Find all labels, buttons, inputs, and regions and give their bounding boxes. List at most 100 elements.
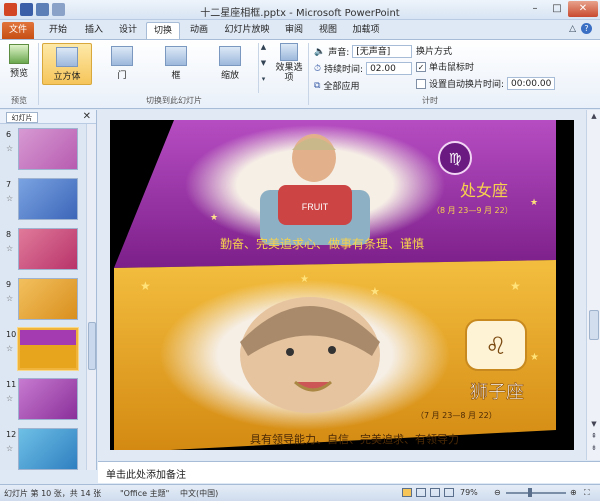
slide-thumbnail[interactable] — [18, 228, 78, 270]
window-controls: – □ ✕ — [524, 1, 598, 17]
slides-tab[interactable]: 幻灯片 — [6, 112, 38, 123]
slide-sorter-icon[interactable] — [416, 488, 426, 497]
tab-animations[interactable]: 动画 — [182, 22, 216, 39]
svg-text:★: ★ — [530, 198, 538, 208]
theme-name: "Office 主题" — [120, 489, 170, 498]
advance-title-label: 换片方式 — [416, 47, 453, 57]
duration-input[interactable]: 02.00 — [366, 62, 413, 75]
zoom-slider[interactable] — [506, 492, 566, 494]
close-pane-icon[interactable]: ✕ — [83, 111, 91, 122]
normal-view-icon[interactable] — [402, 488, 412, 497]
svg-text:★: ★ — [530, 352, 539, 363]
on-click-label: 单击鼠标时 — [429, 63, 475, 73]
transition-door-label: 门 — [117, 71, 127, 81]
zoom-transition-icon — [219, 46, 241, 66]
reading-view-icon[interactable] — [430, 488, 440, 497]
pane-tabs: 幻灯片 ✕ — [0, 110, 96, 124]
thumb-number: 9 — [6, 280, 12, 289]
prev-slide-icon[interactable]: ⇞ — [589, 432, 599, 442]
slide-thumbnail[interactable] — [18, 428, 78, 470]
top-sign-dates: （8 月 23—9 月 22） — [432, 206, 513, 215]
transition-cube-label: 立方体 — [53, 72, 81, 82]
tab-view[interactable]: 视图 — [312, 22, 344, 39]
tab-insert[interactable]: 插入 — [78, 22, 110, 39]
front-sign-motto: 具有领导能力、自信、完美追求、有领导力 — [250, 432, 459, 446]
zoom-out-icon[interactable]: ⊖ — [494, 488, 501, 497]
thumb-number: 12 — [6, 430, 17, 439]
apply-all-icon: ⧉ — [314, 80, 321, 91]
gallery-scroll[interactable]: ▲ ▼ ▾ — [258, 43, 268, 93]
transition-star-icon: ☆ — [6, 294, 14, 303]
slide-thumbnail[interactable] — [18, 278, 78, 320]
scroll-thumb[interactable] — [589, 310, 599, 340]
gallery-more-icon[interactable]: ▾ — [259, 75, 268, 91]
slides-scrollbar[interactable] — [86, 124, 96, 470]
maximize-button[interactable]: □ — [546, 1, 568, 17]
duration-label: 持续时间: — [324, 65, 364, 75]
transition-cube-button[interactable]: 立方体 — [42, 43, 92, 85]
canvas-scrollbar[interactable]: ▲ ▼ ⇞ ⇟ — [586, 110, 600, 460]
tab-transitions[interactable]: 切换 — [146, 22, 180, 39]
slide-thumbnail[interactable] — [18, 378, 78, 420]
preview-button[interactable]: 预览 — [4, 42, 34, 86]
scroll-up-icon[interactable]: ▲ — [589, 112, 599, 122]
tab-file[interactable]: 文件 — [2, 22, 34, 39]
help-icon[interactable]: ? — [581, 23, 592, 34]
scroll-down-icon[interactable]: ▼ — [589, 420, 599, 430]
next-slide-icon[interactable]: ⇟ — [589, 444, 599, 454]
slide-thumbnail-selected[interactable] — [18, 328, 78, 370]
slide-counter: 幻灯片 第 10 张，共 14 张 — [4, 489, 102, 498]
cube-transition-icon — [56, 47, 78, 67]
preview-icon — [9, 44, 29, 64]
tab-home[interactable]: 开始 — [40, 22, 76, 39]
transition-star-icon: ☆ — [6, 244, 14, 253]
after-label: 设置自动换片时间: — [429, 80, 505, 90]
ribbon-minimize-icon[interactable]: △ — [569, 24, 576, 34]
after-checkbox[interactable] — [416, 78, 426, 89]
slide-cube-transition[interactable]: ★ ★ ★ ★ ★ ★ ★ ★ FRUIT ♍ — [110, 120, 574, 450]
sound-icon: 🔈 — [314, 46, 326, 57]
close-button[interactable]: ✕ — [568, 1, 598, 17]
apply-all-button[interactable]: ⧉ 全部应用 — [314, 79, 359, 93]
sound-select[interactable]: [无声音] — [352, 45, 413, 58]
tab-review[interactable]: 审阅 — [278, 22, 310, 39]
shirt-text: FRUIT — [302, 202, 329, 212]
transition-box-button[interactable]: 框 — [152, 43, 200, 85]
thumb-number: 6 — [6, 130, 12, 139]
scroll-thumb[interactable] — [88, 322, 96, 370]
tab-slideshow[interactable]: 幻灯片放映 — [218, 22, 276, 39]
slideshow-icon[interactable] — [444, 488, 454, 497]
gallery-down-icon[interactable]: ▼ — [259, 59, 268, 75]
transition-star-icon: ☆ — [6, 344, 14, 353]
zoom-level[interactable]: 79% — [460, 488, 478, 497]
effect-options-button[interactable]: 效果选项 — [272, 42, 306, 88]
svg-text:♍: ♍ — [449, 151, 462, 167]
zoom-in-icon[interactable]: ⊕ — [570, 488, 577, 497]
transition-zoom-button[interactable]: 缩放 — [206, 43, 254, 85]
slides-tab-label: 幻灯片 — [11, 114, 33, 122]
transition-door-button[interactable]: 门 — [98, 43, 146, 85]
zoom-slider-knob[interactable] — [528, 488, 532, 497]
tab-design[interactable]: 设计 — [112, 22, 144, 39]
tab-addins[interactable]: 加载项 — [346, 22, 386, 39]
on-click-row: ✓ 单击鼠标时 — [416, 60, 474, 73]
after-input[interactable]: 00:00.00 — [507, 77, 556, 90]
minimize-button[interactable]: – — [524, 1, 546, 17]
effect-options-label: 效果选项 — [275, 63, 303, 83]
thumb-number: 10 — [6, 330, 17, 339]
transition-star-icon: ☆ — [6, 144, 14, 153]
front-sign-title: 狮子座 — [470, 382, 524, 403]
top-sign-motto: 勤奋、完美追求心、做事有条理、谨慎 — [220, 236, 424, 251]
notes-pane[interactable]: 单击此处添加备注 — [98, 461, 600, 483]
slide-thumbnail[interactable] — [18, 178, 78, 220]
group-separator — [38, 43, 39, 105]
after-row: 设置自动换片时间: 00:00.00 — [416, 77, 556, 90]
slide-canvas: ★ ★ ★ ★ ★ ★ ★ ★ FRUIT ♍ — [98, 110, 586, 460]
gallery-up-icon[interactable]: ▲ — [259, 43, 268, 59]
language-indicator[interactable]: 中文(中国) — [180, 488, 218, 499]
on-click-checkbox[interactable]: ✓ — [416, 61, 426, 72]
notes-placeholder: 单击此处添加备注 — [106, 470, 186, 481]
door-transition-icon — [111, 46, 133, 66]
slide-thumbnail[interactable] — [18, 128, 78, 170]
fit-to-window-icon[interactable]: ⛶ — [584, 488, 590, 498]
